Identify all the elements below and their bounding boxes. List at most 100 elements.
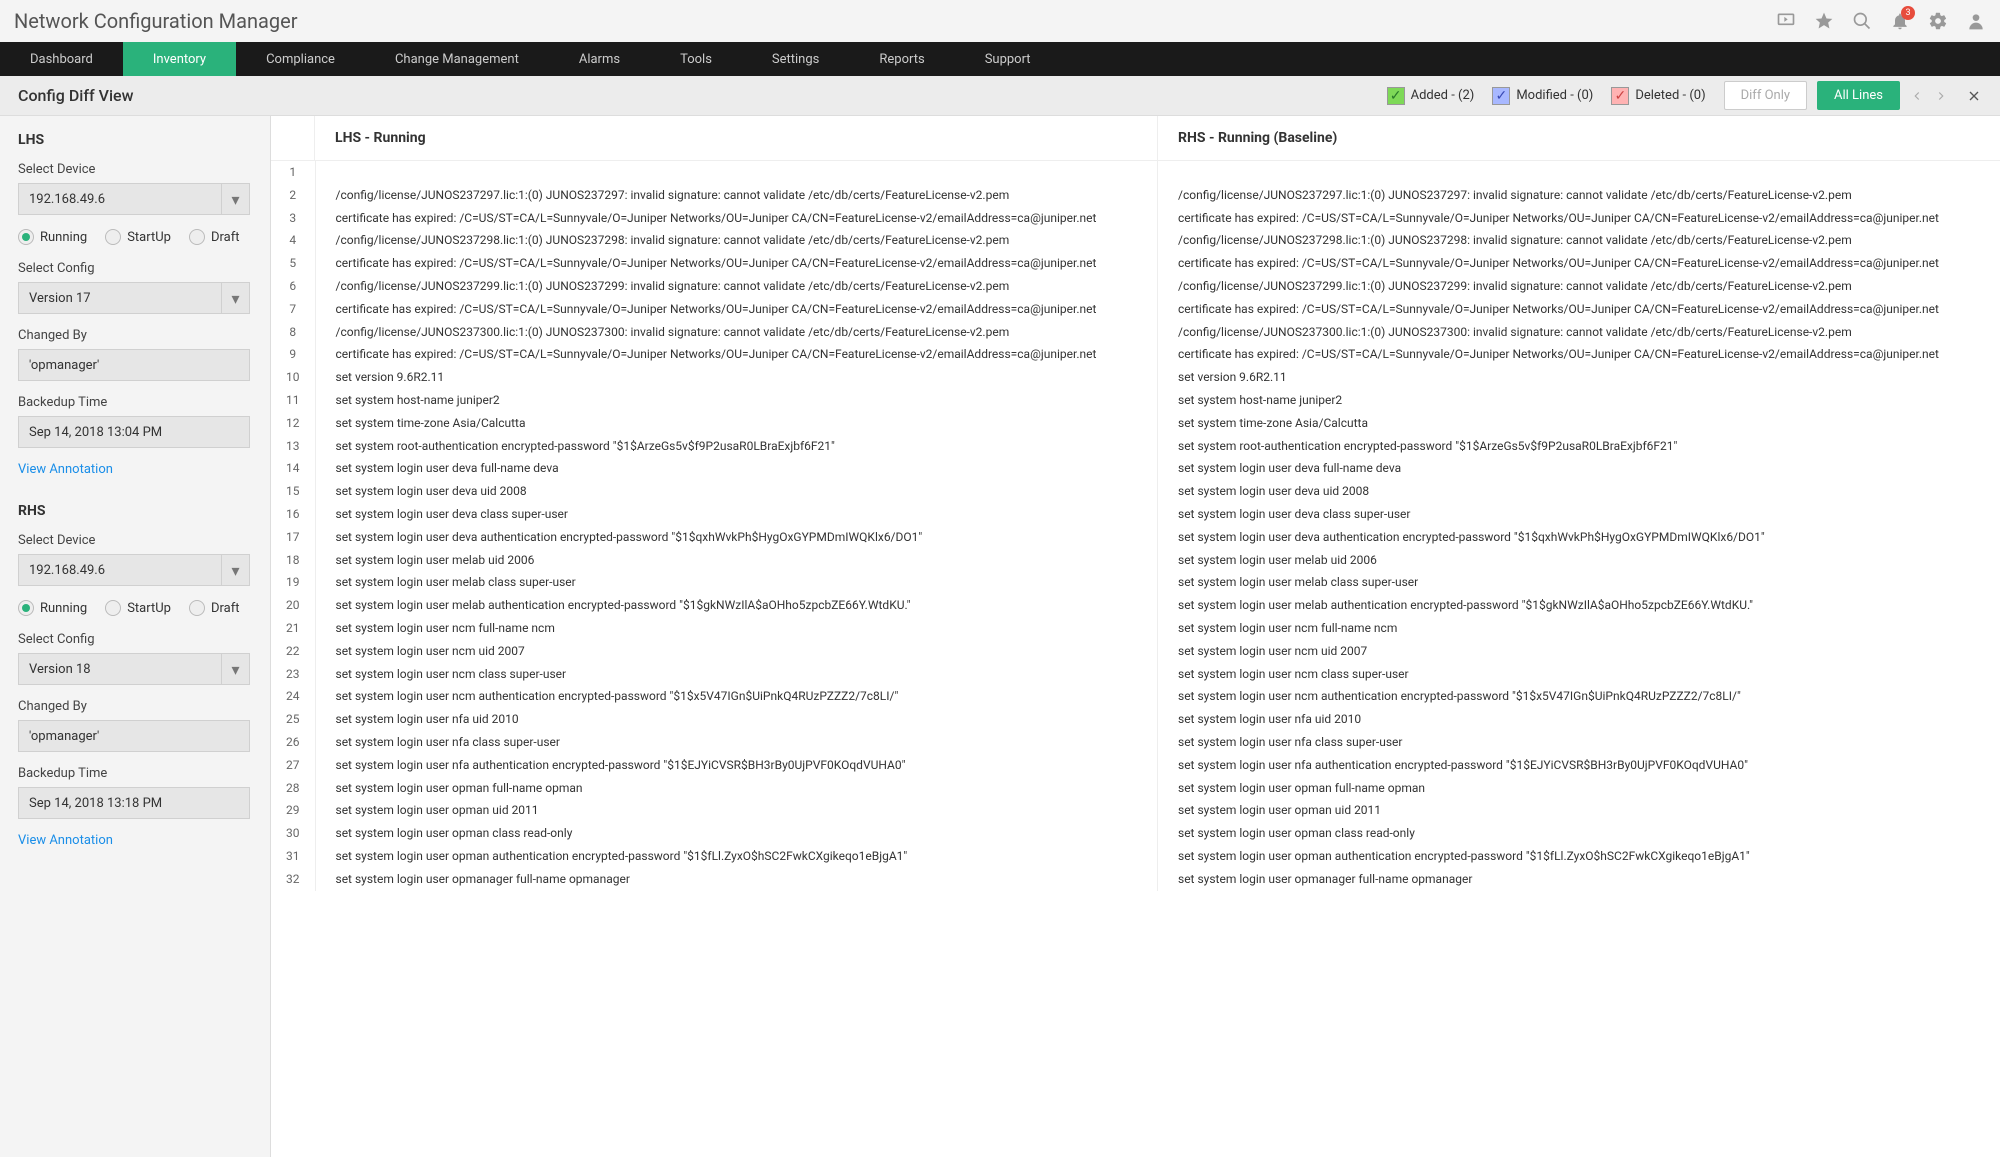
rhs-line: set system login user nfa uid 2010 (1158, 708, 2000, 731)
lhs-radio-startup[interactable]: StartUp (105, 229, 171, 245)
lhs-line: certificate has expired: /C=US/ST=CA/L=S… (315, 207, 1158, 230)
line-number: 16 (271, 503, 315, 526)
line-number: 9 (271, 343, 315, 366)
rhs-line: certificate has expired: /C=US/ST=CA/L=S… (1158, 252, 2000, 275)
rhs-radio-draft[interactable]: Draft (189, 600, 240, 616)
lhs-section-title: LHS (18, 132, 252, 148)
diff-row: 13set system root-authentication encrypt… (271, 435, 2000, 458)
nav-item-compliance[interactable]: Compliance (236, 42, 365, 76)
nav-item-change-management[interactable]: Change Management (365, 42, 549, 76)
lhs-line: set system login user ncm full-name ncm (315, 617, 1158, 640)
lhs-line: set system login user nfa uid 2010 (315, 708, 1158, 731)
lhs-radio-running[interactable]: Running (18, 229, 87, 245)
nav-item-dashboard[interactable]: Dashboard (0, 42, 123, 76)
lhs-device-select[interactable]: 192.168.49.6 ▾ (18, 183, 250, 215)
rhs-line (1158, 161, 2000, 184)
compass-icon[interactable] (1814, 11, 1834, 31)
lhs-backedup-field[interactable]: Sep 14, 2018 13:04 PM (18, 416, 250, 448)
check-icon: ✓ (1611, 87, 1629, 105)
lhs-config-type-radios: Running StartUp Draft (18, 229, 252, 245)
close-icon[interactable] (1966, 88, 1982, 104)
presentation-icon[interactable] (1776, 11, 1796, 31)
diff-row: 21set system login user ncm full-name nc… (271, 617, 2000, 640)
rhs-line: set system login user opman authenticati… (1158, 845, 2000, 868)
diff-row: 2/config/license/JUNOS237297.lic:1:(0) J… (271, 184, 2000, 207)
legend-modified-label: Modified - (0) (1516, 88, 1593, 103)
line-number: 3 (271, 207, 315, 230)
diff-row: 20set system login user melab authentica… (271, 594, 2000, 617)
rhs-radio-startup[interactable]: StartUp (105, 600, 171, 616)
diff-body[interactable]: 12/config/license/JUNOS237297.lic:1:(0) … (271, 161, 2000, 1157)
line-number: 25 (271, 708, 315, 731)
lhs-view-annotation-link[interactable]: View Annotation (18, 462, 252, 477)
rhs-device-select[interactable]: 192.168.49.6▾ (18, 554, 250, 586)
rhs-line: /config/license/JUNOS237298.lic:1:(0) JU… (1158, 229, 2000, 252)
rhs-radio-running[interactable]: Running (18, 600, 87, 616)
line-number: 22 (271, 640, 315, 663)
rhs-line: /config/license/JUNOS237297.lic:1:(0) JU… (1158, 184, 2000, 207)
lhs-config-label: Select Config (18, 261, 252, 276)
lhs-line: set system login user deva uid 2008 (315, 480, 1158, 503)
line-number: 7 (271, 298, 315, 321)
line-number: 18 (271, 549, 315, 572)
next-diff-icon[interactable] (1934, 89, 1948, 103)
caret-down-icon: ▾ (221, 184, 249, 214)
lhs-line: set system login user melab authenticati… (315, 594, 1158, 617)
lhs-config-select[interactable]: Version 17▾ (18, 282, 250, 314)
lhs-line: set system login user deva authenticatio… (315, 526, 1158, 549)
nav-item-reports[interactable]: Reports (849, 42, 954, 76)
all-lines-button[interactable]: All Lines (1817, 81, 1900, 110)
rhs-view-annotation-link[interactable]: View Annotation (18, 833, 252, 848)
bell-icon[interactable]: 3 (1890, 11, 1910, 31)
rhs-line: set system login user melab authenticati… (1158, 594, 2000, 617)
diff-row: 31set system login user opman authentica… (271, 845, 2000, 868)
rhs-line: set system login user deva class super-u… (1158, 503, 2000, 526)
nav-item-alarms[interactable]: Alarms (549, 42, 650, 76)
diff-row: 7certificate has expired: /C=US/ST=CA/L=… (271, 298, 2000, 321)
lhs-line: /config/license/JUNOS237298.lic:1:(0) JU… (315, 229, 1158, 252)
diff-row: 6/config/license/JUNOS237299.lic:1:(0) J… (271, 275, 2000, 298)
nav-item-inventory[interactable]: Inventory (123, 42, 236, 76)
rhs-line: set system login user deva full-name dev… (1158, 457, 2000, 480)
lhs-changedby-label: Changed By (18, 328, 252, 343)
diff-row: 25set system login user nfa uid 2010set … (271, 708, 2000, 731)
diff-row: 12set system time-zone Asia/Calcuttaset … (271, 412, 2000, 435)
main-layout: LHS Select Device 192.168.49.6▾ Running … (0, 116, 2000, 1157)
lhs-line: set system login user melab class super-… (315, 571, 1158, 594)
radio-on-icon (18, 229, 34, 245)
rhs-section-title: RHS (18, 503, 252, 519)
radio-off-icon (105, 229, 121, 245)
legend-added[interactable]: ✓Added - (2) (1387, 87, 1475, 105)
lhs-line: set system login user ncm authentication… (315, 685, 1158, 708)
rhs-line: /config/license/JUNOS237300.lic:1:(0) JU… (1158, 321, 2000, 344)
lhs-device-value: 192.168.49.6 (19, 192, 115, 207)
diff-row: 29set system login user opman uid 2011se… (271, 799, 2000, 822)
app-title: Network Configuration Manager (14, 9, 298, 33)
rhs-config-select[interactable]: Version 18▾ (18, 653, 250, 685)
rhs-changedby-field[interactable]: 'opmanager' (18, 720, 250, 752)
nav-item-tools[interactable]: Tools (650, 42, 742, 76)
nav-item-settings[interactable]: Settings (742, 42, 849, 76)
lhs-line: certificate has expired: /C=US/ST=CA/L=S… (315, 298, 1158, 321)
diff-row: 17set system login user deva authenticat… (271, 526, 2000, 549)
prev-diff-icon[interactable] (1910, 89, 1924, 103)
line-number: 15 (271, 480, 315, 503)
gear-icon[interactable] (1928, 11, 1948, 31)
legend-modified[interactable]: ✓Modified - (0) (1492, 87, 1593, 105)
lhs-backedup-label: Backedup Time (18, 395, 252, 410)
nav-item-support[interactable]: Support (955, 42, 1061, 76)
app-header: Network Configuration Manager 3 (0, 0, 2000, 42)
legend-deleted[interactable]: ✓Deleted - (0) (1611, 87, 1705, 105)
diff-only-button[interactable]: Diff Only (1724, 81, 1807, 110)
lhs-line: set system login user deva full-name dev… (315, 457, 1158, 480)
lhs-radio-draft[interactable]: Draft (189, 229, 240, 245)
user-icon[interactable] (1966, 11, 1986, 31)
diff-column-headers: LHS - Running RHS - Running (Baseline) (271, 116, 2000, 161)
line-number: 8 (271, 321, 315, 344)
search-icon[interactable] (1852, 11, 1872, 31)
rhs-backedup-field[interactable]: Sep 14, 2018 13:18 PM (18, 787, 250, 819)
diff-row: 22set system login user ncm uid 2007set … (271, 640, 2000, 663)
lhs-changedby-field[interactable]: 'opmanager' (18, 349, 250, 381)
rhs-line: set system login user ncm authentication… (1158, 685, 2000, 708)
rhs-line: set system root-authentication encrypted… (1158, 435, 2000, 458)
